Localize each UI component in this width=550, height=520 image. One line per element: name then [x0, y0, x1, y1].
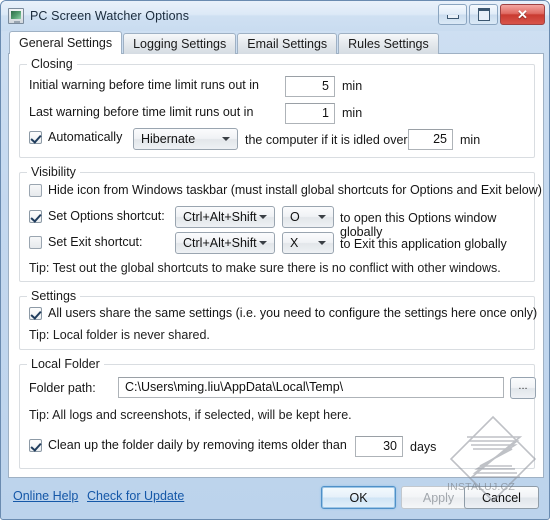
initial-warning-label: Initial warning before time limit runs o…: [29, 78, 259, 92]
options-modifier-value: Ctrl+Alt+Shift: [183, 210, 257, 224]
online-help-link[interactable]: Online Help: [13, 489, 78, 503]
visibility-group-label: Visibility: [27, 165, 80, 179]
closing-group-label: Closing: [27, 57, 77, 71]
last-warning-input[interactable]: 1: [285, 103, 335, 124]
local-folder-group-label: Local Folder: [27, 357, 104, 371]
share-settings-checkbox[interactable]: [29, 306, 42, 320]
local-folder-group: Local Folder Folder path: C:\Users\ming.…: [19, 357, 536, 469]
initial-warning-unit: min: [342, 79, 363, 93]
last-warning-label: Last warning before time limit runs out …: [29, 105, 254, 119]
options-shortcut-suffix: to open this Options window globally: [340, 211, 497, 239]
folder-path-input[interactable]: C:\Users\ming.liu\AppData\Local\Temp\: [118, 377, 504, 398]
browse-folder-button[interactable]: ...: [510, 377, 536, 399]
idle-over-label: the computer if it is idled over: [245, 133, 408, 147]
exit-shortcut-label: Set Exit shortcut:: [48, 235, 143, 249]
dialog-footer: Online Help Check for Update OK Apply Ca…: [1, 477, 549, 519]
tab-rules-settings[interactable]: Rules Settings: [338, 33, 439, 54]
cleanup-days-unit: days: [410, 440, 437, 454]
visibility-tip: Tip: Test out the global shortcuts to ma…: [29, 261, 501, 275]
options-window: PC Screen Watcher Options ✕ General Sett…: [0, 0, 550, 520]
chevron-down-icon: [318, 241, 326, 245]
chevron-down-icon: [318, 215, 326, 219]
automatically-checkbox[interactable]: [29, 130, 42, 144]
options-shortcut-checkbox[interactable]: [29, 209, 42, 223]
last-warning-row: Last warning before time limit runs out …: [29, 105, 253, 119]
shutdown-action-combo[interactable]: Hibernate: [133, 128, 238, 150]
cleanup-label: Clean up the folder daily by removing it…: [48, 438, 347, 452]
options-shortcut-label: Set Options shortcut:: [48, 209, 165, 223]
title-bar[interactable]: PC Screen Watcher Options ✕: [1, 1, 549, 31]
options-key-combo[interactable]: O: [282, 206, 334, 228]
closing-group: Closing Initial warning before time limi…: [19, 57, 535, 158]
tab-logging-settings[interactable]: Logging Settings: [123, 33, 237, 54]
exit-key-value: X: [290, 236, 299, 250]
options-shortcut-row: Set Options shortcut:: [29, 209, 165, 223]
hide-icon-checkbox[interactable]: [29, 183, 42, 197]
exit-key-combo[interactable]: X: [282, 232, 334, 254]
minimize-button[interactable]: [438, 4, 467, 25]
exit-shortcut-suffix: to Exit this application globally: [340, 237, 507, 251]
idle-minutes-unit: min: [460, 133, 481, 147]
initial-warning-input[interactable]: 5: [285, 76, 335, 97]
visibility-group: Visibility Hide icon from Windows taskba…: [19, 165, 542, 282]
general-settings-panel: Closing Initial warning before time limi…: [8, 53, 544, 478]
window-title: PC Screen Watcher Options: [30, 9, 190, 23]
screen-monitor-icon: [8, 8, 24, 24]
cancel-button[interactable]: Cancel: [464, 486, 539, 509]
exit-shortcut-row: Set Exit shortcut:: [29, 235, 142, 249]
tab-general-settings[interactable]: General Settings: [9, 31, 123, 54]
share-settings-row: All users share the same settings (i.e. …: [29, 306, 537, 320]
settings-tip: Tip: Local folder is never shared.: [29, 328, 210, 342]
chevron-down-icon: [222, 137, 230, 141]
exit-modifier-combo[interactable]: Ctrl+Alt+Shift: [175, 232, 275, 254]
check-for-update-link[interactable]: Check for Update: [87, 489, 184, 503]
automatically-label: Automatically: [48, 130, 123, 144]
settings-group-label: Settings: [27, 289, 81, 303]
options-modifier-combo[interactable]: Ctrl+Alt+Shift: [175, 206, 275, 228]
share-settings-label: All users share the same settings (i.e. …: [48, 306, 538, 320]
close-icon: ✕: [517, 7, 528, 22]
tab-strip: General Settings Logging Settings Email …: [1, 31, 549, 54]
chevron-down-icon: [259, 215, 267, 219]
ok-button[interactable]: OK: [321, 486, 396, 509]
idle-minutes-input[interactable]: 25: [408, 129, 453, 150]
initial-warning-row: Initial warning before time limit runs o…: [29, 78, 259, 92]
cleanup-row: Clean up the folder daily by removing it…: [29, 438, 347, 452]
maximize-button[interactable]: [469, 4, 498, 25]
automatically-row: Automatically: [29, 130, 122, 144]
chevron-down-icon: [259, 241, 267, 245]
shutdown-action-value: Hibernate: [141, 132, 196, 146]
settings-group: Settings All users share the same settin…: [19, 289, 537, 350]
exit-shortcut-checkbox[interactable]: [29, 235, 42, 249]
window-controls: ✕: [438, 4, 545, 25]
exit-modifier-value: Ctrl+Alt+Shift: [183, 236, 257, 250]
hide-icon-label: Hide icon from Windows taskbar (must ins…: [48, 183, 542, 197]
close-button[interactable]: ✕: [500, 4, 545, 25]
cleanup-days-input[interactable]: 30: [355, 436, 403, 457]
tab-email-settings[interactable]: Email Settings: [237, 33, 338, 54]
hide-icon-row: Hide icon from Windows taskbar (must ins…: [29, 183, 542, 197]
local-folder-tip: Tip: All logs and screenshots, if select…: [29, 408, 352, 422]
last-warning-unit: min: [342, 106, 363, 120]
options-key-value: O: [290, 210, 300, 224]
cleanup-checkbox[interactable]: [29, 438, 42, 452]
folder-path-label: Folder path:: [29, 381, 96, 395]
